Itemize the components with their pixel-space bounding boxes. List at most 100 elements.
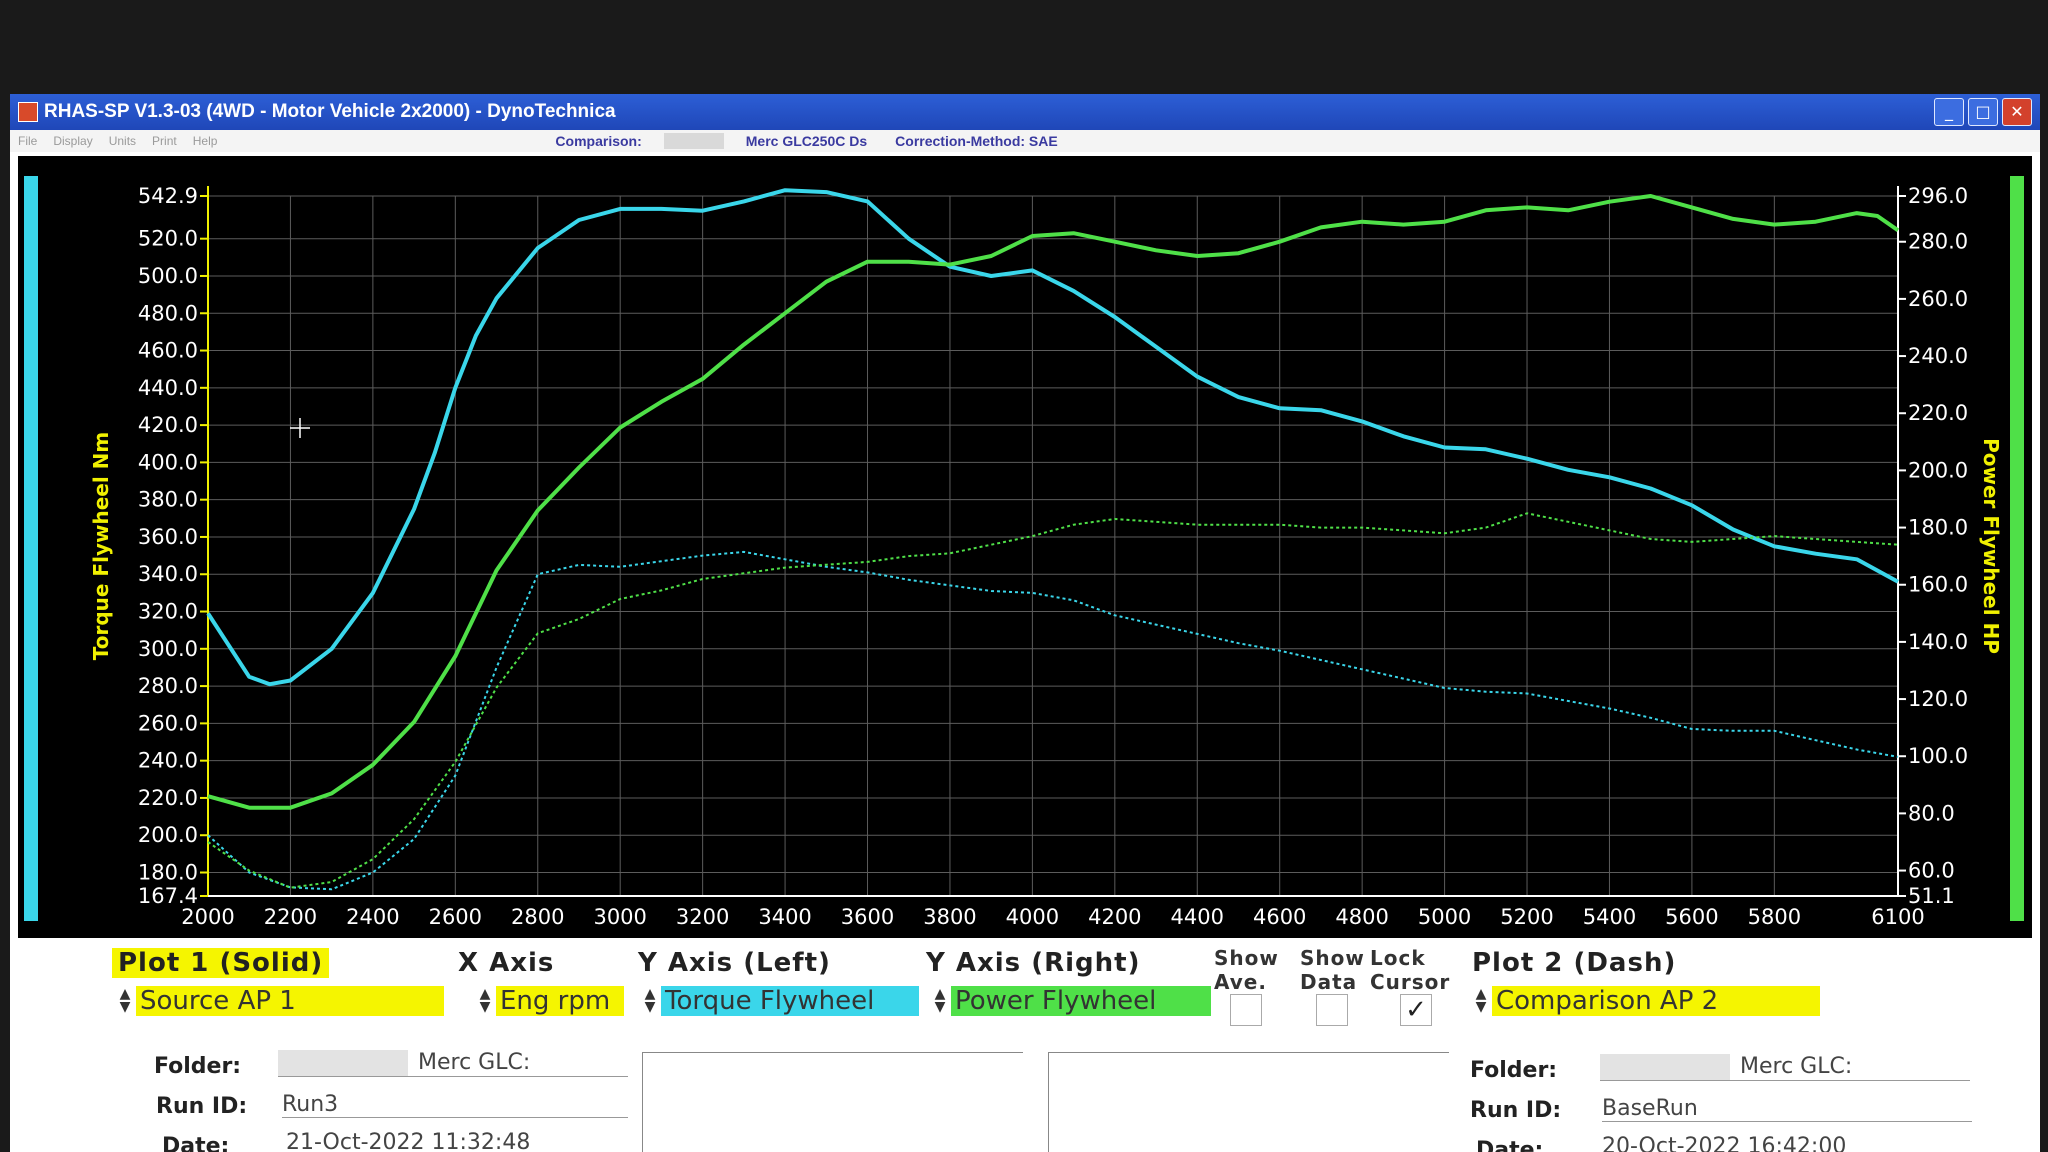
y-left-tick-label: 360.0	[138, 525, 198, 549]
app-icon	[18, 102, 38, 122]
x-tick-label: 2200	[264, 905, 317, 929]
chart-svg[interactable]: 2000 2200 2400 2600 2800 3000 3200 3400 3600 3800…	[18, 156, 2032, 938]
y-left-tick-label: 520.0	[138, 227, 198, 251]
minimize-button[interactable]: _	[1934, 98, 1964, 126]
y-left-tick-label: 240.0	[138, 749, 198, 773]
plot1-header: Plot 1 (Solid)	[112, 948, 330, 978]
y-left-tick-label: 460.0	[138, 339, 198, 363]
x-tick-label: 5200	[1500, 905, 1553, 929]
plot2-header: Plot 2 (Dash)	[1472, 948, 1677, 978]
xaxis-header: X Axis	[458, 948, 555, 978]
y-right-tick-label: 260.0	[1908, 287, 1968, 311]
menu-help[interactable]: Help	[193, 134, 218, 148]
y-left-tick-label: 542.9	[138, 184, 198, 208]
plot1-run-field[interactable]: Run3	[282, 1092, 628, 1118]
plot1-date-field[interactable]: 21-Oct-2022 11:32:48	[286, 1130, 626, 1152]
x-tick-label: 2400	[346, 905, 399, 929]
x-tick-label: 3600	[841, 905, 894, 929]
show-data-checkbox[interactable]	[1316, 994, 1348, 1026]
x-tick-label: 3800	[923, 905, 976, 929]
comparison-value: Merc GLC250C Ds	[745, 133, 868, 149]
y-right-tick-label: 51.1	[1908, 884, 1955, 908]
plot1-folder-label: Folder:	[154, 1054, 242, 1079]
plot2-run-label: Run ID:	[1470, 1098, 1562, 1123]
xaxis-select[interactable]: Eng rpm	[496, 986, 624, 1016]
comparison-label: Comparison:	[555, 133, 642, 149]
y-right-tick-label: 240.0	[1908, 344, 1968, 368]
y-right-tick-label: 220.0	[1908, 401, 1968, 425]
right-power-strip	[2010, 176, 2024, 921]
lock-cursor-label: Lock Cursor	[1370, 946, 1451, 994]
y-left-tick-label: 220.0	[138, 786, 198, 810]
lock-cursor-checkbox[interactable]: ✓	[1400, 994, 1432, 1026]
close-button[interactable]: ✕	[2002, 98, 2032, 126]
y-right-tick-label: 180.0	[1908, 516, 1968, 540]
y-left-tick-label: 280.0	[138, 674, 198, 698]
show-data-label: Show Data	[1300, 946, 1365, 994]
y-right-tick-label: 280.0	[1908, 230, 1968, 254]
menu-file[interactable]: File	[18, 134, 37, 148]
y-left-tick-label: 340.0	[138, 562, 198, 586]
x-tick-label: 3000	[593, 905, 646, 929]
plot2-folder-value: Merc GLC:	[1740, 1054, 1853, 1079]
series-line-3	[207, 512, 1899, 889]
x-tick-label: 4400	[1171, 905, 1224, 929]
comparison-chip	[663, 133, 724, 149]
x-tick-label: 5000	[1418, 905, 1471, 929]
x-tick-label: 4200	[1088, 905, 1141, 929]
y-left-tick-label: 480.0	[138, 301, 198, 325]
y-right-axis-title: Power Flywheel HP	[1979, 438, 2003, 654]
title-bar[interactable]: RHAS-SP V1.3-03 (4WD - Motor Vehicle 2x2…	[10, 94, 2040, 130]
plot2-folder-field[interactable]: Merc GLC:	[1600, 1054, 1970, 1081]
x-tick-label: 4600	[1253, 905, 1306, 929]
x-tick-label: 4000	[1006, 905, 1059, 929]
yleft-spinner[interactable]: ▲ ▼	[643, 987, 657, 1014]
notes-box-2[interactable]	[1048, 1052, 1449, 1152]
y-left-tick-label: 400.0	[138, 450, 198, 474]
x-tick-label: 5600	[1665, 905, 1718, 929]
plot1-folder-field[interactable]: Merc GLC:	[278, 1050, 628, 1077]
x-tick-label: 2600	[429, 905, 482, 929]
series-line-2	[207, 550, 1899, 891]
yright-select[interactable]: Power Flywheel	[951, 986, 1211, 1016]
y-right-tick-label: 60.0	[1908, 859, 1955, 883]
control-panel: Plot 1 (Solid) ▲ ▼ Source AP 1 X Axis ▲ ▼ …	[18, 942, 2032, 1152]
plot1-folder-value: Merc GLC:	[418, 1050, 531, 1075]
plot1-select[interactable]: Source AP 1	[136, 986, 444, 1016]
plot2-date-field[interactable]: 20-Oct-2022 16:42:00	[1602, 1134, 1972, 1152]
y-left-tick-label: 167.4	[138, 884, 198, 908]
folder-redacted	[278, 1050, 408, 1076]
x-tick-label: 3200	[676, 905, 729, 929]
window-title: RHAS-SP V1.3-03 (4WD - Motor Vehicle 2x2…	[44, 101, 616, 122]
menu-print[interactable]: Print	[152, 134, 177, 148]
plot2-spinner[interactable]: ▲ ▼	[1474, 987, 1488, 1014]
yright-spinner[interactable]: ▲ ▼	[933, 987, 947, 1014]
y-left-tick-label: 500.0	[138, 264, 198, 288]
y-right-tick-label: 200.0	[1908, 458, 1968, 482]
yright-header: Y Axis (Right)	[926, 948, 1141, 978]
menu-units[interactable]: Units	[109, 134, 136, 148]
plot1-spinner[interactable]: ▲ ▼	[118, 987, 132, 1014]
notes-box-1[interactable]	[642, 1052, 1023, 1152]
y-right-tick-label: 160.0	[1908, 573, 1968, 597]
yleft-select[interactable]: Torque Flywheel	[661, 986, 919, 1016]
plot2-run-field[interactable]: BaseRun	[1602, 1096, 1972, 1122]
y-left-tick-label: 420.0	[138, 413, 198, 437]
correction-method: Correction-Method: SAE	[895, 133, 1058, 149]
plot1-run-label: Run ID:	[156, 1094, 248, 1119]
maximize-button[interactable]: □	[1968, 98, 1998, 126]
show-ave-label: Show Ave.	[1214, 946, 1279, 994]
y-right-tick-label: 296.0	[1908, 184, 1968, 208]
menu-bar: File Display Units Print Help Comparison…	[10, 130, 2040, 152]
plot2-select[interactable]: Comparison AP 2	[1492, 986, 1820, 1016]
y-right-tick-label: 100.0	[1908, 744, 1968, 768]
x-tick-label: 4800	[1335, 905, 1388, 929]
y-right-tick-label: 80.0	[1908, 801, 1955, 825]
y-left-tick-label: 260.0	[138, 711, 198, 735]
dyno-chart[interactable]: 2000 2200 2400 2600 2800 3000 3200 3400 3600 3800…	[18, 156, 2032, 938]
xaxis-spinner[interactable]: ▲ ▼	[478, 987, 492, 1014]
menu-display[interactable]: Display	[53, 134, 92, 148]
plot1-date-label: Date:	[162, 1134, 230, 1152]
show-ave-checkbox[interactable]	[1230, 994, 1262, 1026]
y-left-tick-label: 200.0	[138, 823, 198, 847]
